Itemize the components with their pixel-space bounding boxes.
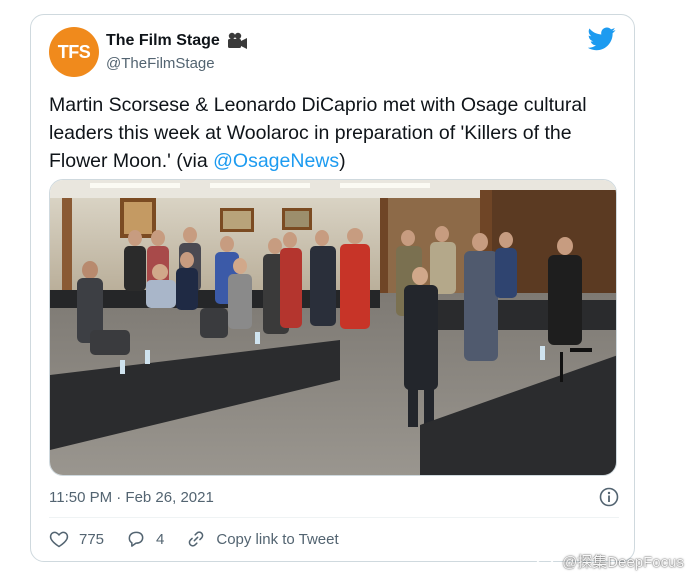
meeting-room-photo <box>50 180 616 475</box>
watermark: @探集DeepFocus <box>536 551 684 572</box>
reply-count: 4 <box>156 530 165 548</box>
info-icon[interactable] <box>599 487 619 507</box>
movie-camera-icon <box>227 32 247 49</box>
tweet-text-tail: ) <box>339 150 346 172</box>
tweet-actions: 775 4 Copy link to Tweet <box>49 529 361 549</box>
heart-icon <box>49 531 69 548</box>
like-count: 775 <box>79 530 105 548</box>
weibo-logo-icon <box>536 554 557 570</box>
mention-link[interactable]: @OsageNews <box>213 150 339 172</box>
copy-link-button[interactable]: Copy link to Tweet <box>186 529 339 549</box>
like-button[interactable]: 775 <box>49 529 104 549</box>
reply-button[interactable]: 4 <box>126 529 164 549</box>
tweet-photo[interactable] <box>49 179 617 476</box>
tweet-card[interactable]: TFS The Film Stage @TheFilmStage Martin … <box>30 14 635 562</box>
author-handle[interactable]: @TheFilmStage <box>106 55 215 72</box>
author-name-row: The Film Stage <box>106 32 248 50</box>
divider <box>49 517 619 518</box>
link-icon <box>189 531 204 547</box>
avatar-logo-text: TFS <box>57 41 91 62</box>
watermark-text: @探集DeepFocus <box>562 554 684 571</box>
timestamp-row: 11:50 PM · Feb 26, 2021 <box>49 487 619 507</box>
avatar[interactable]: TFS <box>49 27 99 77</box>
author-display-name[interactable]: The Film Stage <box>106 32 220 50</box>
twitter-bird-icon[interactable] <box>588 27 616 51</box>
copy-link-label: Copy link to Tweet <box>216 530 339 548</box>
reply-bubble-icon <box>128 531 144 547</box>
tweet-timestamp[interactable]: 11:50 PM · Feb 26, 2021 <box>49 489 214 506</box>
tweet-text: Martin Scorsese & Leonardo DiCaprio met … <box>49 91 624 175</box>
